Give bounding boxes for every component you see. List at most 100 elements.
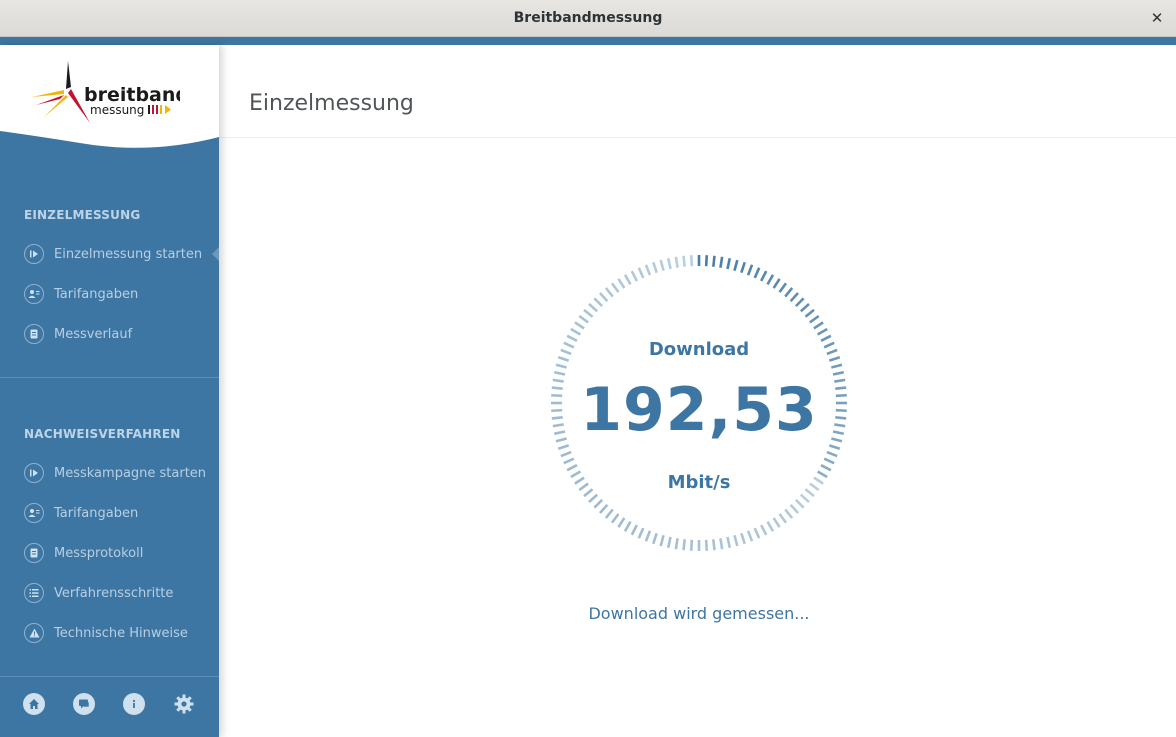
- document-icon: [24, 324, 44, 344]
- gauge-tick: [733, 534, 739, 547]
- nav-item-messverlauf[interactable]: Messverlauf: [24, 322, 219, 346]
- gauge-tick: [740, 532, 746, 545]
- sidebar: breitband messung EINZELMESSUNG Einzelme…: [0, 45, 219, 737]
- gauge-tick: [682, 539, 686, 551]
- gauge-tick: [659, 534, 665, 547]
- play-circle-icon: [24, 463, 44, 483]
- gauge-tick: [610, 282, 620, 293]
- breitband-logo: breitband messung: [32, 61, 180, 123]
- logo-text-messung: messung: [90, 103, 144, 117]
- sidebar-bottom-icons: [0, 693, 219, 723]
- nav-item-label: Tarifangaben: [54, 286, 139, 302]
- gauge-caption: Download: [648, 339, 750, 360]
- chat-icon[interactable]: [73, 693, 95, 715]
- gauge-tick: [560, 450, 572, 458]
- settings-icon[interactable]: [173, 693, 195, 715]
- gauge-tick: [630, 524, 638, 536]
- nav-item-tarifangaben[interactable]: Tarifangaben: [24, 282, 219, 306]
- window-titlebar: Breitbandmessung ✕: [0, 0, 1176, 37]
- gauge-tick: [746, 264, 754, 276]
- gauge-tick: [574, 321, 585, 330]
- gauge-tick: [652, 261, 658, 274]
- gauge-tick: [772, 278, 781, 289]
- gauge-tick: [604, 287, 614, 298]
- header-divider: [219, 137, 1176, 138]
- gauge-tick: [652, 532, 658, 545]
- gauge-tick: [794, 498, 805, 509]
- gauge-tick: [617, 517, 626, 528]
- info-icon[interactable]: [123, 693, 145, 715]
- gauge-tick: [712, 539, 716, 551]
- gauge-tick: [830, 363, 843, 369]
- nav-item-label: Technische Hinweise: [54, 625, 188, 641]
- gauge-tick: [760, 524, 768, 536]
- gauge-tick: [789, 503, 799, 514]
- nav-item-verfahrensschritte[interactable]: Verfahrensschritte: [24, 581, 219, 605]
- measurement-status: Download wird gemessen...: [588, 604, 810, 623]
- gauge-tick: [617, 278, 626, 289]
- gauge-tick: [674, 538, 679, 550]
- gauge-tick: [637, 527, 645, 539]
- gauge-tick: [623, 520, 632, 532]
- nav-item-einzelmessung-starten[interactable]: Einzelmessung starten: [24, 242, 219, 266]
- main-content: Einzelmessung Download 192,53 Mbit/s Dow…: [219, 45, 1176, 737]
- sidebar-divider-bottom: [0, 676, 219, 677]
- gauge-tick: [599, 503, 609, 514]
- gauge-value: 192,53: [580, 375, 818, 445]
- gauge-tick: [813, 321, 824, 330]
- nav-item-label: Tarifangaben: [54, 505, 139, 521]
- gauge-tick: [820, 464, 832, 472]
- speed-gauge: Download 192,53 Mbit/s: [549, 253, 849, 553]
- gauge-tick: [637, 267, 645, 279]
- sidebar-divider: [0, 377, 219, 378]
- home-icon[interactable]: [23, 693, 45, 715]
- nav-item-tarifangaben-nachweis[interactable]: Tarifangaben: [24, 501, 219, 525]
- gauge-tick: [816, 327, 828, 336]
- gauge-tick: [604, 508, 614, 519]
- nav-item-technische-hinweise[interactable]: Technische Hinweise: [24, 621, 219, 645]
- gauge-tick: [799, 493, 810, 503]
- gauge-tick: [712, 255, 716, 267]
- gauge-tick: [784, 287, 794, 298]
- gauge-tick: [555, 363, 568, 369]
- gauge-tick: [778, 282, 788, 293]
- gauge-unit: Mbit/s: [667, 472, 731, 493]
- document-icon: [24, 543, 44, 563]
- gauge-tick: [689, 255, 694, 267]
- gauge-tick: [766, 274, 775, 286]
- window-title: Breitbandmessung: [513, 10, 663, 26]
- gauge-tick: [733, 259, 739, 272]
- gauge-tick: [666, 536, 672, 549]
- gauge-tick: [588, 493, 599, 503]
- gauge-tick: [682, 255, 686, 267]
- user-card-icon: [24, 284, 44, 304]
- gauge-tick: [599, 292, 609, 303]
- list-icon: [24, 583, 44, 603]
- play-circle-icon: [24, 244, 44, 264]
- gauge-tick: [809, 314, 820, 324]
- gauge-tick: [570, 327, 582, 336]
- gauge-tick: [659, 259, 665, 272]
- logo-area: breitband messung: [0, 45, 219, 149]
- nav-item-label: Einzelmessung starten: [54, 246, 203, 262]
- nav-item-messkampagne-starten[interactable]: Messkampagne starten: [24, 461, 219, 485]
- gauge-tick: [644, 530, 652, 542]
- gauge-tick: [666, 257, 672, 270]
- nav-item-label: Verfahrensschritte: [54, 585, 174, 601]
- gauge-tick: [557, 444, 570, 450]
- nav-item-label: Messprotokoll: [54, 545, 144, 561]
- gauge-tick: [726, 257, 732, 270]
- user-card-icon: [24, 503, 44, 523]
- gauge-tick: [704, 255, 709, 267]
- gauge-tick: [772, 517, 781, 528]
- gauge-tick: [623, 274, 632, 286]
- gauge-tick: [704, 539, 709, 551]
- gauge-tick: [760, 270, 768, 282]
- warning-icon: [24, 623, 44, 643]
- gauge-tick: [719, 538, 724, 550]
- gauge-tick: [753, 527, 761, 539]
- close-icon[interactable]: ✕: [1148, 9, 1166, 27]
- nav-item-messprotokoll[interactable]: Messprotokoll: [24, 541, 219, 565]
- section-heading-nachweisverfahren: NACHWEISVERFAHREN: [24, 427, 181, 441]
- gauge-tick: [588, 303, 599, 313]
